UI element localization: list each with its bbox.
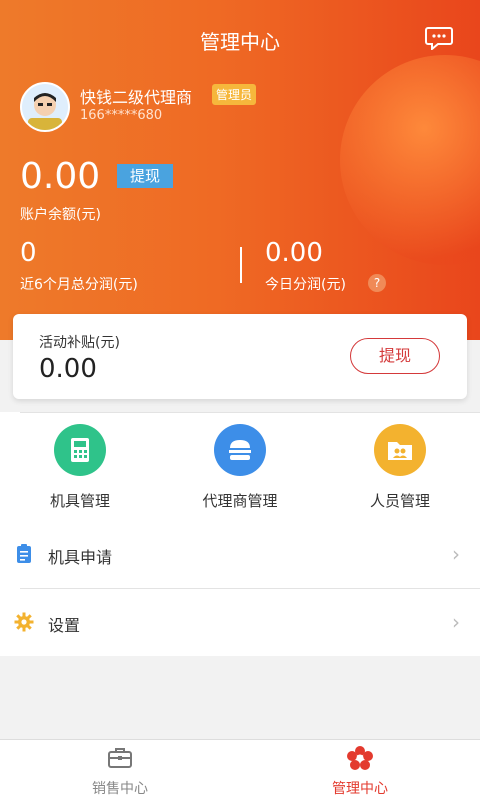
stats-divider [240,247,242,283]
tab-sales-center[interactable]: 销售中心 [0,746,240,798]
flower-icon [347,746,373,770]
chevron-right-icon: › [452,610,460,634]
grid-item-agent-management[interactable]: 代理商管理 [180,424,300,511]
today-profit-value: 0.00 [265,238,323,268]
avatar[interactable] [20,82,70,132]
tab-label: 销售中心 [92,781,148,797]
profile-name: 快钱二级代理商 [80,88,193,107]
list-item-settings[interactable]: 设置 › [0,588,480,656]
grid-item-staff-management[interactable]: 人员管理 [340,424,460,511]
pos-terminal-icon [54,424,106,476]
question-icon[interactable]: ? [368,274,386,292]
clipboard-icon [17,544,31,563]
grid-label: 代理商管理 [202,492,278,510]
grid-label: 人员管理 [369,492,430,510]
staff-folder-icon [374,424,426,476]
gear-icon [14,612,34,632]
role-badge: 管理员 [212,84,257,105]
function-grid: 机具管理 代理商管理 人员管理 [0,412,480,520]
list-item-device-application[interactable]: 机具申请 › [0,520,480,589]
grid-divider [20,412,480,413]
six-month-profit-label: 近6个月总分润(元) [20,277,138,293]
tab-management-center[interactable]: 管理中心 [240,746,480,798]
subsidy-amount: 0.00 [39,354,97,384]
balance-withdraw-button[interactable]: 提现 [117,164,173,188]
header-banner: 管理中心 快钱二级代理商 管理员 166*****680 0.00 提现 账户余… [0,0,480,340]
grid-item-device-management[interactable]: 机具管理 [20,424,140,511]
subsidy-label: 活动补贴(元) [39,335,120,351]
tab-label: 管理中心 [332,781,388,797]
balance-amount: 0.00 [20,156,101,197]
page-title: 管理中心 [200,30,280,54]
six-month-profit-value: 0 [20,238,37,268]
menu-list: 机具申请 › 设置 › [0,520,480,656]
bottom-tab-bar: 销售中心 管理中心 [0,739,480,801]
decorative-circle [340,55,480,265]
subsidy-withdraw-button[interactable]: 提现 [350,338,440,374]
briefcase-icon [108,748,132,768]
message-icon[interactable] [425,26,453,50]
agent-icon [214,424,266,476]
chevron-right-icon: › [452,542,460,566]
balance-label: 账户余额(元) [20,207,101,223]
subsidy-card: 活动补贴(元) 0.00 提现 [13,314,467,399]
list-item-label: 设置 [48,616,81,635]
today-profit-label: 今日分润(元) [265,277,346,293]
avatar-icon [22,84,68,130]
grid-label: 机具管理 [49,492,110,510]
profile-phone: 166*****680 [80,108,163,123]
list-item-label: 机具申请 [48,548,113,567]
